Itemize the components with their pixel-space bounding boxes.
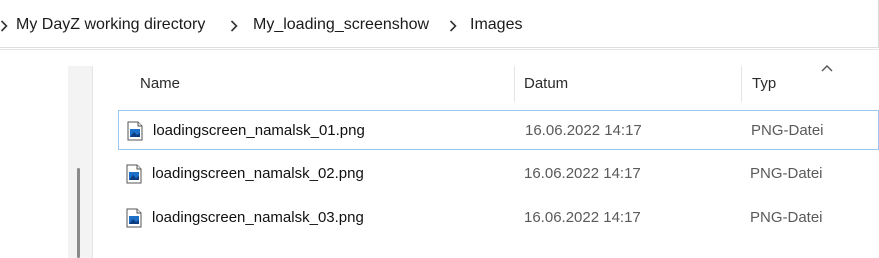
- file-row[interactable]: loadingscreen_namalsk_01.png 16.06.2022 …: [118, 110, 879, 150]
- breadcrumb: My DayZ working directory My_loading_scr…: [0, 0, 879, 48]
- file-name: loadingscreen_namalsk_02.png: [152, 165, 364, 182]
- file-row[interactable]: loadingscreen_namalsk_02.png 16.06.2022 …: [118, 154, 879, 194]
- navigation-scrollbar[interactable]: [77, 168, 80, 258]
- file-date: 16.06.2022 14:17: [525, 122, 642, 139]
- chevron-right-icon[interactable]: [449, 14, 457, 32]
- file-date: 16.06.2022 14:17: [524, 165, 641, 182]
- breadcrumb-item-working-directory[interactable]: My DayZ working directory: [16, 14, 205, 36]
- column-header-name[interactable]: Name: [140, 66, 180, 102]
- file-name: loadingscreen_namalsk_01.png: [153, 122, 365, 139]
- chevron-right-icon[interactable]: [0, 14, 8, 32]
- column-divider[interactable]: [514, 66, 515, 102]
- breadcrumb-item-loading-screenshow[interactable]: My_loading_screenshow: [253, 14, 429, 36]
- png-image-file-icon: [127, 121, 143, 141]
- file-name: loadingscreen_namalsk_03.png: [152, 209, 364, 226]
- column-divider[interactable]: [741, 66, 742, 102]
- chevron-right-icon[interactable]: [230, 14, 238, 32]
- file-date: 16.06.2022 14:17: [524, 209, 641, 226]
- navigation-pane: [68, 66, 93, 258]
- file-type: PNG-Datei: [750, 209, 823, 226]
- file-row[interactable]: loadingscreen_namalsk_03.png 16.06.2022 …: [118, 198, 879, 238]
- sort-ascending-icon: [821, 65, 833, 72]
- column-header-type[interactable]: Typ: [752, 66, 776, 102]
- file-type: PNG-Datei: [751, 122, 824, 139]
- png-image-file-icon: [126, 208, 142, 228]
- file-explorer-window: My DayZ working directory My_loading_scr…: [0, 0, 879, 258]
- file-type: PNG-Datei: [750, 165, 823, 182]
- breadcrumb-item-images[interactable]: Images: [470, 14, 522, 36]
- column-header-date[interactable]: Datum: [524, 66, 568, 102]
- png-image-file-icon: [126, 164, 142, 184]
- address-bar[interactable]: My DayZ working directory My_loading_scr…: [0, 0, 879, 50]
